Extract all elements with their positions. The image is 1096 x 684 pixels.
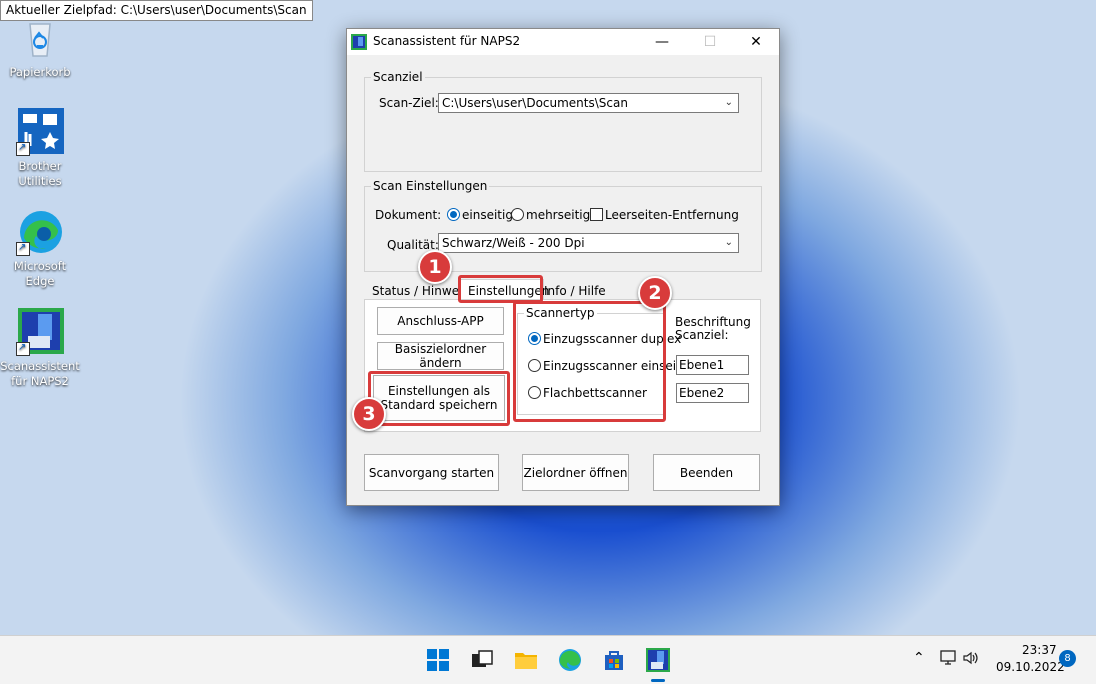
- naps2-taskbar-icon[interactable]: [646, 648, 670, 672]
- edge-taskbar-icon[interactable]: [558, 648, 582, 672]
- badge-2: 2: [638, 276, 672, 310]
- app-icon: [351, 34, 367, 50]
- maximize-button[interactable]: ☐: [687, 29, 733, 55]
- exit-button[interactable]: Beenden: [653, 454, 760, 491]
- qualitaet-value: Schwarz/Weiß - 200 Dpi: [442, 236, 585, 250]
- minimize-button[interactable]: —: [639, 29, 685, 55]
- scan-start-button[interactable]: Scanvorgang starten: [364, 454, 499, 491]
- highlight-einstellungen-tab: [458, 275, 543, 303]
- close-button[interactable]: ✕: [733, 29, 779, 55]
- chevron-down-icon: ⌄: [724, 97, 733, 108]
- open-folder-button[interactable]: Zielordner öffnen: [522, 454, 629, 491]
- badge-1: 1: [418, 250, 452, 284]
- badge-3: 3: [352, 397, 386, 431]
- desktop-icon-brother-utilities[interactable]: Brother Utilities: [0, 108, 80, 189]
- anschluss-app-button[interactable]: Anschluss-APP: [377, 307, 504, 335]
- chevron-down-icon: ⌄: [724, 237, 733, 248]
- file-explorer-icon[interactable]: [514, 648, 538, 672]
- desktop-icon-label: Brother Utilities: [18, 159, 62, 188]
- start-icon[interactable]: [426, 648, 450, 672]
- mehrseitig-label: mehrseitig: [526, 208, 591, 222]
- leerseiten-label: Leerseiten-Entfernung: [605, 208, 739, 222]
- store-icon[interactable]: [602, 648, 626, 672]
- clock-time[interactable]: 23:37: [1022, 643, 1057, 657]
- notification-badge[interactable]: 8: [1059, 650, 1076, 667]
- ebene2-input[interactable]: Ebene2: [676, 383, 749, 403]
- desktop-icon-recycle-bin[interactable]: Papierkorb: [0, 14, 80, 80]
- shortcut-arrow-icon: [16, 140, 30, 156]
- tab-info-hilfe[interactable]: Info / Hilfe: [544, 284, 606, 298]
- naps2-assistant-window: Scanassistent für NAPS2 — ☐ ✕ Scanziel S…: [346, 28, 780, 506]
- chevron-up-icon[interactable]: ⌃: [913, 650, 925, 666]
- desktop-icon-edge[interactable]: Microsoft Edge: [0, 208, 80, 289]
- recycle-bin-icon: [16, 14, 64, 62]
- scanziel-label: Scan-Ziel:: [379, 96, 439, 110]
- scanziel-value: C:\Users\user\Documents\Scan: [442, 96, 628, 110]
- scan-settings-group-label: Scan Einstellungen: [371, 179, 490, 193]
- shortcut-arrow-icon: [16, 240, 30, 256]
- volume-icon[interactable]: [962, 649, 980, 670]
- beschriftung-label-1: Beschriftung: [675, 315, 751, 329]
- highlight-save-default: [368, 371, 510, 426]
- desktop-icon-naps2[interactable]: Scanassistent für NAPS2: [0, 308, 80, 389]
- naps2-icon: [16, 308, 64, 356]
- scanziel-dropdown[interactable]: C:\Users\user\Documents\Scan ⌄: [438, 93, 739, 113]
- highlight-scannertyp: [513, 301, 666, 422]
- shortcut-arrow-icon: [16, 340, 30, 356]
- taskbar: ⌃ 23:37 09.10.2022 8: [0, 635, 1096, 684]
- edge-icon: [16, 208, 64, 256]
- task-view-icon[interactable]: [470, 648, 494, 672]
- leerseiten-checkbox[interactable]: [590, 208, 603, 221]
- desktop-icon-label: Scanassistent für NAPS2: [0, 359, 80, 388]
- mehrseitig-radio[interactable]: [511, 208, 524, 221]
- title-bar: Scanassistent für NAPS2 — ☐ ✕: [347, 29, 779, 55]
- window-title: Scanassistent für NAPS2: [373, 34, 521, 48]
- desktop-icon-label: Microsoft Edge: [13, 259, 67, 288]
- desktop-icon-label: Papierkorb: [9, 65, 71, 79]
- dokument-label: Dokument:: [375, 208, 442, 222]
- clock-date[interactable]: 09.10.2022: [996, 660, 1065, 674]
- ebene1-input[interactable]: Ebene1: [676, 355, 749, 375]
- beschriftung-label-2: Scanziel:: [675, 328, 729, 342]
- einseitig-label: einseitig: [462, 208, 513, 222]
- basiszielordner-button[interactable]: Basiszielordner ändern: [377, 342, 504, 370]
- active-app-indicator: [651, 679, 665, 682]
- brother-utilities-icon: [16, 108, 64, 156]
- einseitig-radio[interactable]: [447, 208, 460, 221]
- qualitaet-dropdown[interactable]: Schwarz/Weiß - 200 Dpi ⌄: [438, 233, 739, 253]
- scanziel-group: Scanziel: [364, 70, 762, 172]
- scanziel-group-label: Scanziel: [371, 70, 425, 84]
- network-icon[interactable]: [939, 649, 957, 670]
